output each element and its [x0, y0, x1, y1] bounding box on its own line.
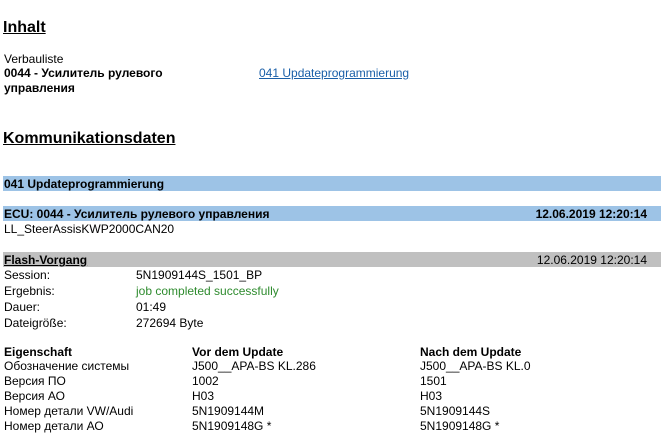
flash-datetime: 12.06.2019 12:20:14	[536, 253, 647, 267]
ergebnis-label: Ergebnis:	[4, 284, 55, 298]
verbauliste-label: Verbauliste	[4, 52, 64, 66]
table-row-2-after: H03	[420, 389, 443, 403]
kommunikationsdaten-heading: Kommunikationsdaten	[3, 130, 176, 147]
updateprogrammierung-link[interactable]: 041 Updateprogrammierung	[259, 66, 409, 80]
table-row-3-property: Номер детали VW/Audi	[4, 404, 134, 418]
table-header-eigenschaft: Eigenschaft	[4, 345, 73, 359]
ecu-datetime: 12.06.2019 12:20:14	[535, 207, 647, 221]
module-name-line1: 0044 - Усилитель рулевого	[4, 66, 163, 80]
table-row-2-before: H03	[192, 389, 215, 403]
table-row-0-before: J500__APA-BS KL.286	[192, 359, 316, 373]
ecu-identifier: LL_SteerAssisKWP2000CAN20	[4, 222, 175, 236]
module-name-line2: управления	[4, 81, 75, 95]
ecu-label: ECU: 0044 - Усилитель рулевого управлени…	[4, 207, 270, 221]
inhalt-heading: Inhalt	[3, 19, 46, 36]
table-row-1-property: Версия ПО	[4, 374, 66, 388]
table-row-1-after: 1501	[420, 374, 447, 388]
table-row-0-after: J500__APA-BS KL.0	[420, 359, 531, 373]
table-row-1-before: 1002	[192, 374, 219, 388]
table-header-vor: Vor dem Update	[192, 345, 284, 359]
table-row-3-after: 5N1909144S	[420, 404, 491, 418]
dauer-label: Dauer:	[4, 300, 41, 314]
section-bar-title: 041 Updateprogrammierung	[4, 177, 165, 191]
dauer-value: 01:49	[136, 300, 167, 314]
table-header-nach: Nach dem Update	[420, 345, 522, 359]
flash-title: Flash-Vorgang	[4, 253, 88, 267]
session-value: 5N1909144S_1501_BP	[136, 268, 263, 282]
table-row-4-property: Номер детали АО	[4, 419, 104, 433]
ergebnis-value: job completed successfully	[136, 284, 279, 298]
session-label: Session:	[4, 268, 51, 282]
table-row-3-before: 5N1909144M	[192, 404, 265, 418]
table-row-0-property: Обозначение системы	[4, 359, 130, 373]
dateigroesse-value: 272694 Byte	[136, 316, 204, 330]
table-row-2-property: Версия АО	[4, 389, 65, 403]
table-row-4-after: 5N1909148G *	[420, 419, 500, 433]
dateigroesse-label: Dateigröße:	[4, 316, 67, 330]
table-row-4-before: 5N1909148G *	[192, 419, 272, 433]
